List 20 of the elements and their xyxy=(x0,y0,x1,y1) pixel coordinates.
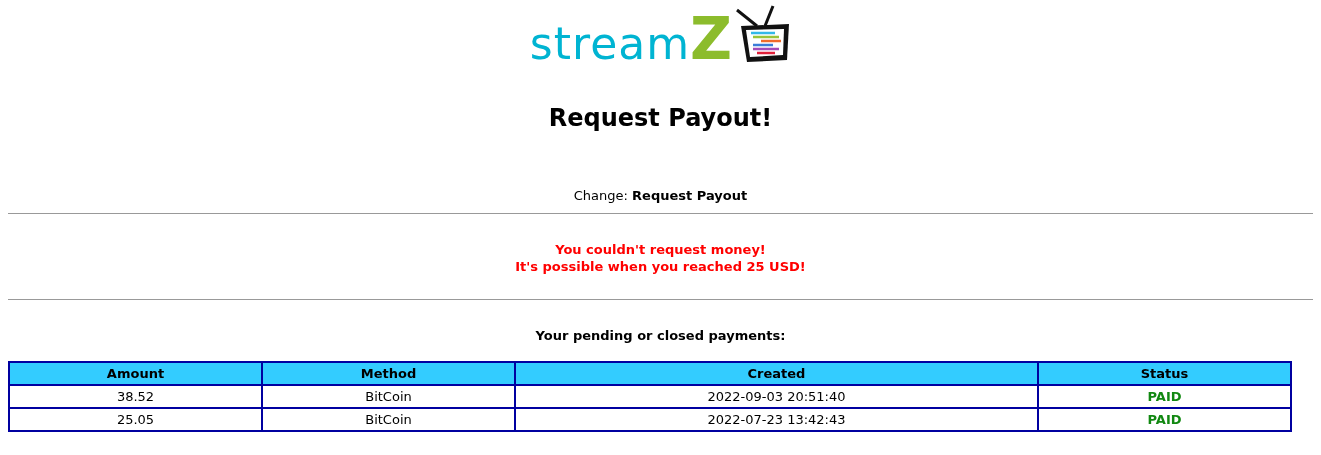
column-header: Created xyxy=(515,362,1038,385)
table-cell: 2022-09-03 20:51:40 xyxy=(515,385,1038,408)
error-message: You couldn't request money! xyxy=(554,241,767,258)
page-title: Request Payout! xyxy=(547,103,774,134)
change-label: Change: xyxy=(573,188,628,203)
request-payout-link[interactable]: Request Payout xyxy=(632,188,748,203)
table-cell: 38.52 xyxy=(9,385,262,408)
table-cell: 25.05 xyxy=(9,408,262,431)
status-cell: PAID xyxy=(1038,385,1291,408)
table-cell: BitCoin xyxy=(262,385,515,408)
table-cell: 2022-07-23 13:42:43 xyxy=(515,408,1038,431)
column-header: Amount xyxy=(9,362,262,385)
payments-heading: Your pending or closed payments: xyxy=(534,327,787,345)
column-header: Method xyxy=(262,362,515,385)
status-cell: PAID xyxy=(1038,408,1291,431)
logo-text: streamZ xyxy=(529,14,734,66)
table-cell: BitCoin xyxy=(262,408,515,431)
error-message: It's possible when you reached 25 USD! xyxy=(514,258,807,275)
tv-icon xyxy=(735,4,792,64)
column-header: Status xyxy=(1038,362,1291,385)
